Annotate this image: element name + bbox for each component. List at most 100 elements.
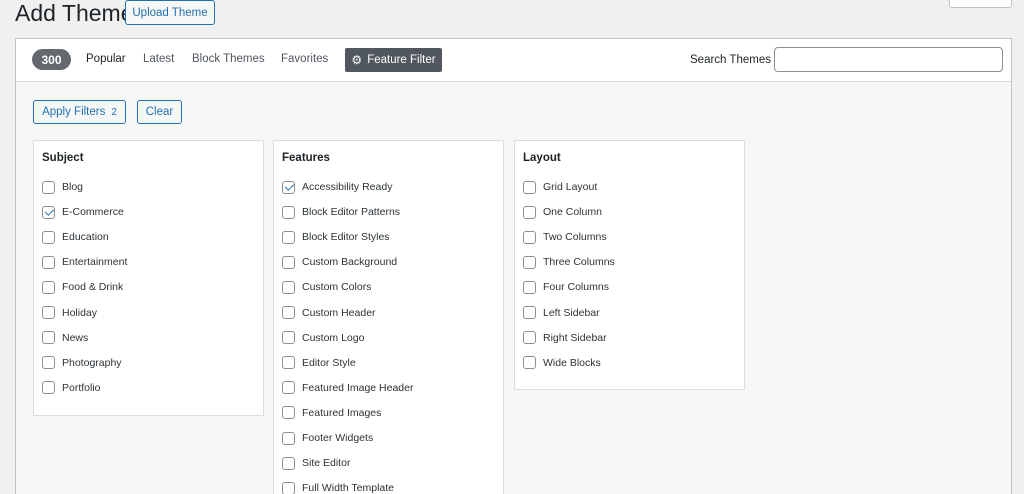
filter-option-three-columns[interactable]: Three Columns <box>523 254 615 270</box>
filter-option-block-editor-styles[interactable]: Block Editor Styles <box>282 229 390 245</box>
filter-link-favorites[interactable]: Favorites <box>281 53 328 65</box>
filter-option-food-and-drink[interactable]: Food & Drink <box>42 279 123 295</box>
filter-option-full-width-template[interactable]: Full Width Template <box>282 480 394 494</box>
filter-option-two-columns[interactable]: Two Columns <box>523 229 607 245</box>
filter-option-custom-colors[interactable]: Custom Colors <box>282 279 371 295</box>
checkbox[interactable] <box>282 331 295 345</box>
filter-option-custom-logo[interactable]: Custom Logo <box>282 330 364 346</box>
filter-option-label: Custom Colors <box>302 281 372 294</box>
checkbox[interactable] <box>523 180 536 194</box>
checkbox[interactable] <box>42 381 55 395</box>
checkbox-checked[interactable] <box>282 180 295 194</box>
filter-option-blog[interactable]: Blog <box>42 179 83 195</box>
checkbox[interactable] <box>42 356 55 370</box>
checkbox[interactable] <box>282 456 295 470</box>
search-themes-input[interactable] <box>774 47 1003 72</box>
filter-option-footer-widgets[interactable]: Footer Widgets <box>282 430 373 446</box>
filter-option-right-sidebar[interactable]: Right Sidebar <box>523 330 607 346</box>
filter-option-editor-style[interactable]: Editor Style <box>282 355 356 371</box>
filter-link-block-themes[interactable]: Block Themes <box>192 53 265 65</box>
checkbox[interactable] <box>282 431 295 445</box>
apply-filters-label: Apply Filters <box>42 106 106 118</box>
apply-filters-button[interactable]: Apply Filters 2 <box>33 100 126 124</box>
filter-option-holiday[interactable]: Holiday <box>42 305 97 321</box>
filter-group-title: Layout <box>523 152 561 164</box>
checkbox[interactable] <box>523 306 536 319</box>
filter-option-news[interactable]: News <box>42 330 88 346</box>
checkbox[interactable] <box>523 255 536 269</box>
checkbox-checked[interactable] <box>42 205 55 219</box>
checkbox[interactable] <box>42 180 55 194</box>
checkbox[interactable] <box>42 306 55 319</box>
filter-option-block-editor-patterns[interactable]: Block Editor Patterns <box>282 204 400 220</box>
checkbox[interactable] <box>282 280 295 294</box>
filter-option-label: Education <box>62 231 109 244</box>
upload-theme-button[interactable]: Upload Theme <box>125 0 215 25</box>
filter-group-layout: Layout Grid Layout One Column Two Columns Th… <box>514 140 745 390</box>
filter-option-label: Four Columns <box>543 281 609 294</box>
checkbox[interactable] <box>282 406 295 420</box>
filter-option-accessibility-ready[interactable]: Accessibility Ready <box>282 179 392 195</box>
filter-option-portfolio[interactable]: Portfolio <box>42 380 101 396</box>
checkbox[interactable] <box>523 356 536 370</box>
filter-option-photography[interactable]: Photography <box>42 355 122 371</box>
filter-option-four-columns[interactable]: Four Columns <box>523 279 609 295</box>
checkbox[interactable] <box>282 205 295 219</box>
checkbox[interactable] <box>282 306 295 319</box>
checkbox[interactable] <box>42 331 55 345</box>
filter-option-featured-images[interactable]: Featured Images <box>282 405 381 421</box>
filter-option-label: Wide Blocks <box>543 356 601 369</box>
checkbox[interactable] <box>42 280 55 294</box>
checkbox[interactable] <box>523 230 536 244</box>
theme-count-badge: 300 <box>32 49 71 70</box>
filter-link-popular[interactable]: Popular <box>86 53 126 65</box>
filter-option-label: Food & Drink <box>62 281 124 294</box>
filter-option-label: Block Editor Patterns <box>302 206 401 219</box>
checkbox[interactable] <box>282 356 295 370</box>
clear-filters-button[interactable]: Clear <box>137 100 182 124</box>
filter-option-e-commerce[interactable]: E-Commerce <box>42 204 124 220</box>
filter-group-title: Features <box>282 152 330 164</box>
filter-option-label: Block Editor Styles <box>302 231 390 244</box>
filter-option-label: Featured Image Header <box>302 381 414 394</box>
filter-option-one-column[interactable]: One Column <box>523 204 602 220</box>
filter-option-custom-header[interactable]: Custom Header <box>282 305 376 321</box>
filter-option-grid-layout[interactable]: Grid Layout <box>523 179 597 195</box>
filter-option-site-editor[interactable]: Site Editor <box>282 455 350 471</box>
filter-group-subject: Subject Blog E-Commerce Education Entertainm… <box>33 140 264 416</box>
filter-option-label: E-Commerce <box>62 206 124 219</box>
checkbox[interactable] <box>42 230 55 244</box>
filter-option-custom-background[interactable]: Custom Background <box>282 254 397 270</box>
filter-option-wide-blocks[interactable]: Wide Blocks <box>523 355 601 371</box>
checkbox[interactable] <box>42 255 55 269</box>
checkbox[interactable] <box>523 331 536 345</box>
checkbox[interactable] <box>523 280 536 294</box>
checkbox[interactable] <box>282 255 295 269</box>
checkbox[interactable] <box>282 381 295 395</box>
filter-option-label: Left Sidebar <box>543 306 600 319</box>
filter-option-label: News <box>62 331 89 344</box>
filter-link-latest[interactable]: Latest <box>143 53 174 65</box>
filter-option-label: Two Columns <box>543 231 607 244</box>
filter-option-label: Entertainment <box>62 256 128 269</box>
filter-option-education[interactable]: Education <box>42 229 109 245</box>
filter-option-entertainment[interactable]: Entertainment <box>42 254 127 270</box>
checkbox[interactable] <box>282 230 295 244</box>
checkbox[interactable] <box>523 205 536 219</box>
feature-filter-button[interactable]: ⚙ Feature Filter <box>345 48 442 72</box>
filter-option-label: Photography <box>62 356 122 369</box>
filter-option-label: Custom Header <box>302 306 376 319</box>
feature-filter-label: Feature Filter <box>367 54 436 66</box>
filter-option-label: Custom Background <box>302 256 398 269</box>
filter-option-label: Featured Images <box>302 406 382 419</box>
filter-option-label: Portfolio <box>62 381 101 394</box>
filter-option-label: Blog <box>62 181 84 193</box>
filter-option-left-sidebar[interactable]: Left Sidebar <box>523 305 600 321</box>
help-button[interactable] <box>949 0 1012 8</box>
gear-icon: ⚙ <box>351 53 363 67</box>
filter-option-label: Full Width Template <box>302 482 395 494</box>
checkbox[interactable] <box>282 481 295 494</box>
filter-option-featured-image-header[interactable]: Featured Image Header <box>282 380 413 396</box>
theme-browser-panel: 300 Popular Latest Block Themes Favorite… <box>15 38 1012 494</box>
filter-option-label: Custom Logo <box>302 331 365 344</box>
